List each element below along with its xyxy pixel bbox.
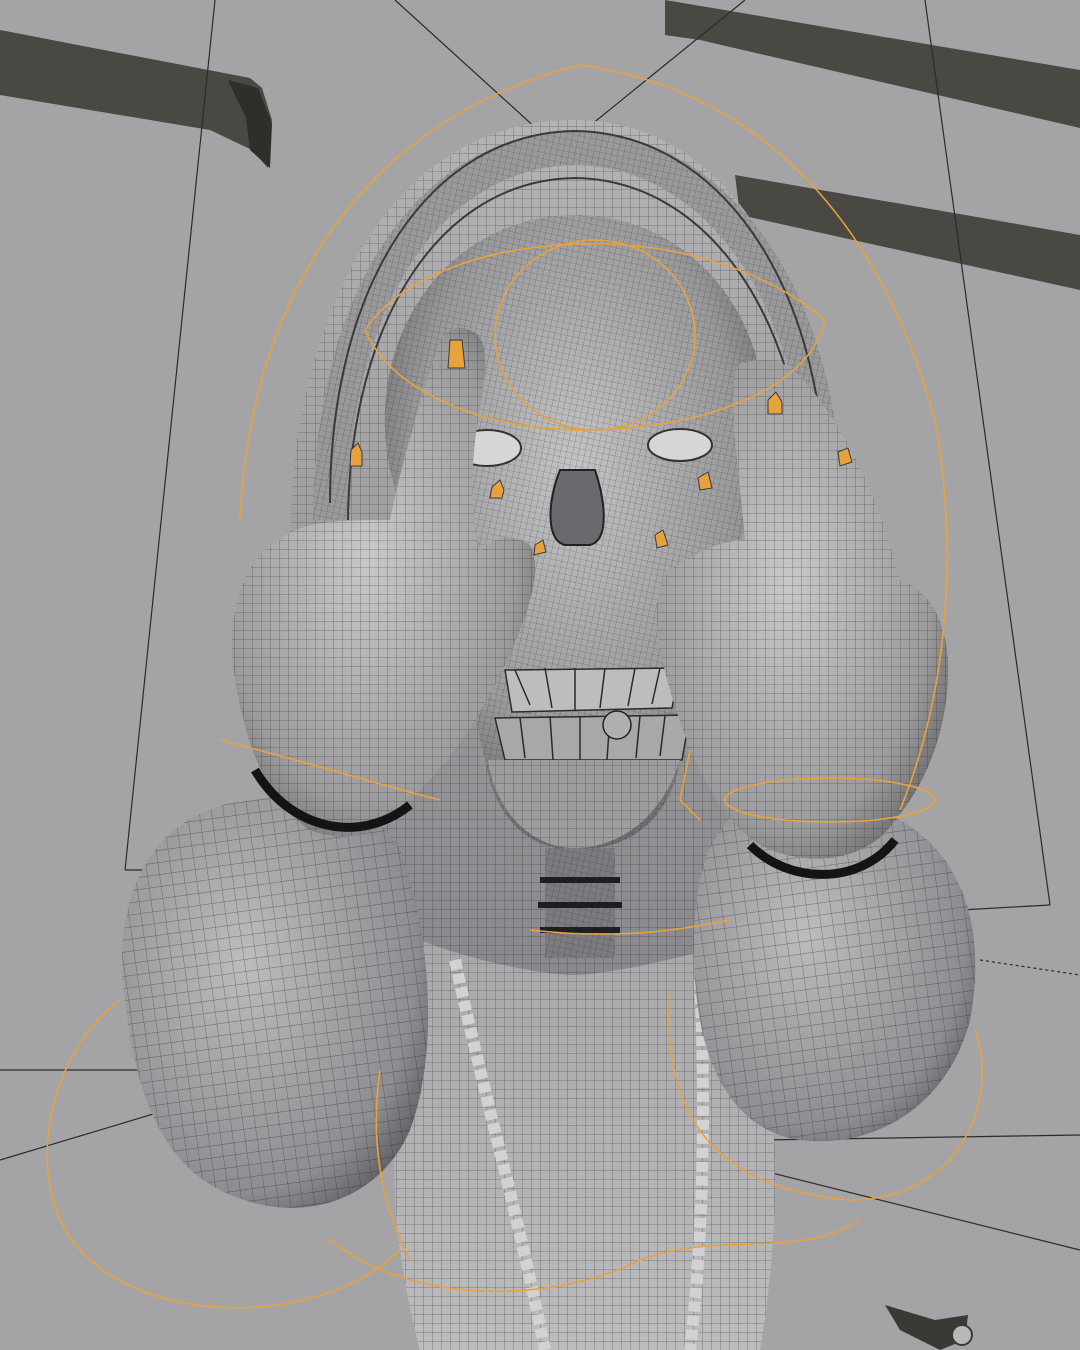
lip-piercing bbox=[602, 710, 632, 740]
bone-locator bbox=[447, 339, 466, 369]
right-eye-socket bbox=[647, 428, 713, 462]
spine bbox=[538, 848, 622, 958]
3d-viewport[interactable] bbox=[0, 0, 1080, 1350]
wireframe-scene bbox=[0, 0, 1080, 1350]
nose-cavity bbox=[549, 469, 605, 546]
